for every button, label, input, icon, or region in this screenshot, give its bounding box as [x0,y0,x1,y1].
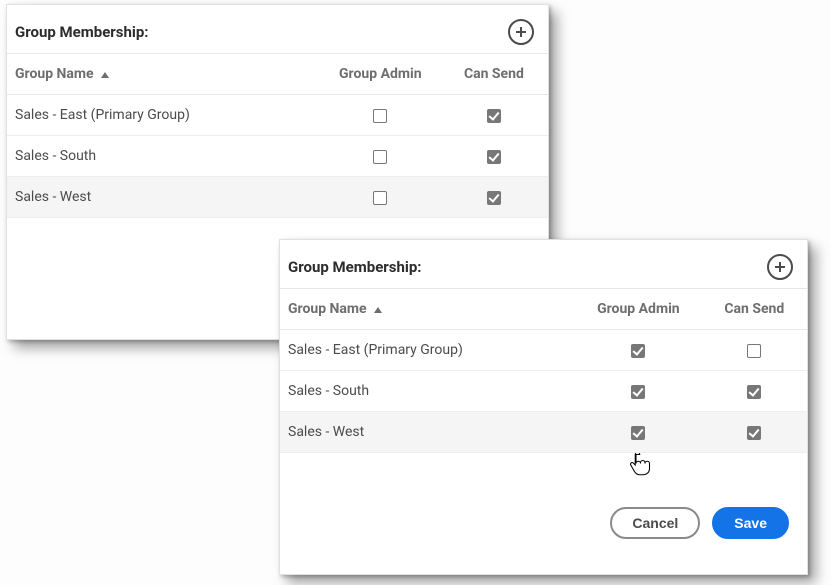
cell-group-name: Sales - West [280,412,575,453]
group-membership-table: Group Name Group Admin Can Send Sales - … [280,288,807,453]
cell-can-send [702,330,807,371]
dialog-footer: Cancel Save [280,491,807,539]
table-row: Sales - East (Primary Group) [280,330,807,371]
group-membership-table: Group Name Group Admin Can Send Sales - … [7,53,548,218]
group-admin-checkbox[interactable] [631,426,645,440]
add-group-button[interactable] [508,19,534,45]
can-send-checkbox[interactable] [747,385,761,399]
add-group-button[interactable] [767,254,793,280]
cell-group-admin [321,95,440,136]
sort-asc-icon [374,301,382,317]
can-send-checkbox[interactable] [487,109,501,123]
can-send-checkbox[interactable] [487,150,501,164]
cell-can-send [440,136,548,177]
col-can-send[interactable]: Can Send [702,289,807,330]
can-send-checkbox[interactable] [747,344,761,358]
table-body: Sales - East (Primary Group)Sales - Sout… [280,330,807,453]
col-group-name-label: Group Name [288,301,367,317]
col-can-send[interactable]: Can Send [440,54,548,95]
cancel-button[interactable]: Cancel [610,507,700,539]
section-title: Group Membership: [288,258,422,276]
can-send-checkbox[interactable] [487,191,501,205]
cell-group-admin [575,330,701,371]
col-group-name[interactable]: Group Name [7,54,321,95]
cell-can-send [440,177,548,218]
group-membership-panel-after: Group Membership: Group Name Group Admin… [279,239,808,575]
table-row: Sales - West [280,412,807,453]
can-send-checkbox[interactable] [747,426,761,440]
save-button[interactable]: Save [712,507,789,539]
cell-group-admin [321,136,440,177]
cell-group-name: Sales - West [7,177,321,218]
cell-can-send [702,371,807,412]
cell-can-send [702,412,807,453]
col-group-name[interactable]: Group Name [280,289,575,330]
cell-group-admin [321,177,440,218]
table-body: Sales - East (Primary Group)Sales - Sout… [7,95,548,218]
group-admin-checkbox[interactable] [373,191,387,205]
group-admin-checkbox[interactable] [373,150,387,164]
cell-group-name: Sales - East (Primary Group) [7,95,321,136]
col-group-admin[interactable]: Group Admin [575,289,701,330]
table-row: Sales - South [7,136,548,177]
group-admin-checkbox[interactable] [373,109,387,123]
col-group-admin[interactable]: Group Admin [321,54,440,95]
table-row: Sales - South [280,371,807,412]
table-row: Sales - East (Primary Group) [7,95,548,136]
cell-group-name: Sales - South [7,136,321,177]
sort-asc-icon [101,66,109,82]
plus-icon [515,26,527,38]
col-group-name-label: Group Name [15,66,94,82]
group-admin-checkbox[interactable] [631,385,645,399]
cell-group-name: Sales - South [280,371,575,412]
cell-group-name: Sales - East (Primary Group) [280,330,575,371]
plus-icon [774,261,786,273]
table-row: Sales - West [7,177,548,218]
section-title: Group Membership: [15,23,149,41]
cell-can-send [440,95,548,136]
cell-group-admin [575,412,701,453]
cell-group-admin [575,371,701,412]
group-admin-checkbox[interactable] [631,344,645,358]
